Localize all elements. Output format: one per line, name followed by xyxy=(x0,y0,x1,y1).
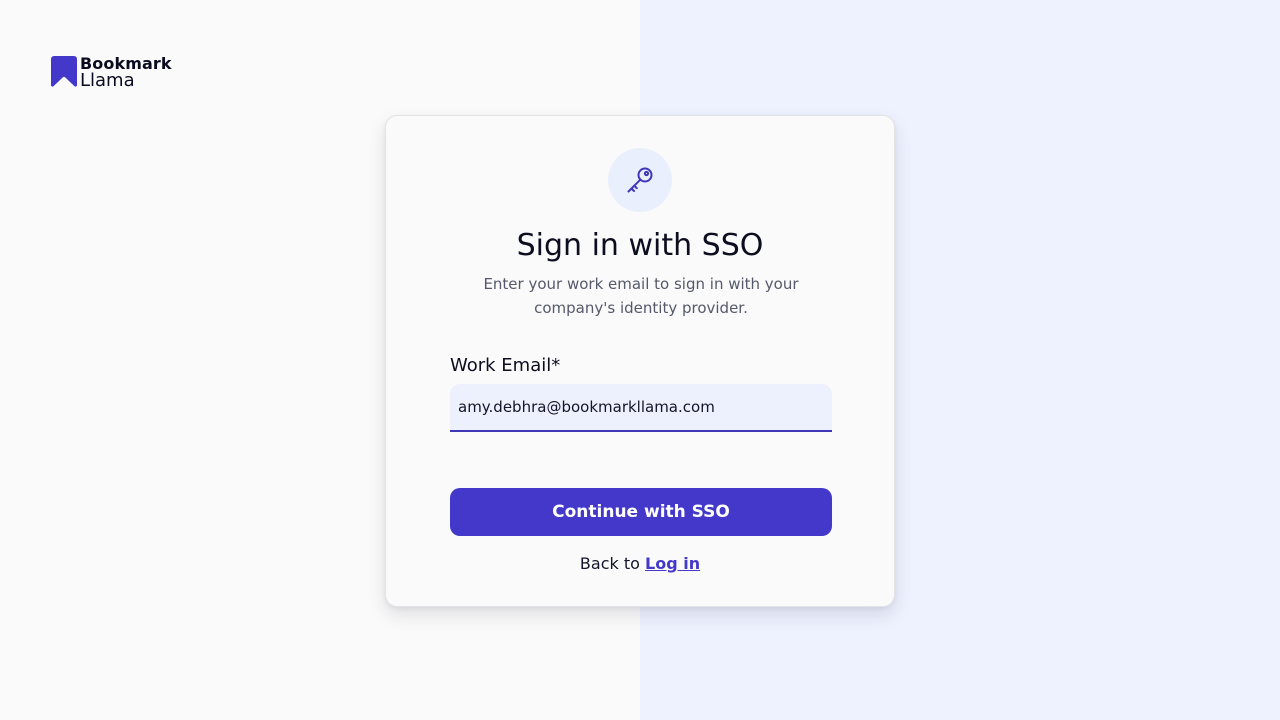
sso-card: Sign in with SSO Enter your work email t… xyxy=(385,115,895,607)
brand-name-line2: Llama xyxy=(80,70,135,91)
continue-with-sso-button[interactable]: Continue with SSO xyxy=(450,488,832,536)
key-icon-badge xyxy=(608,148,672,212)
key-icon xyxy=(627,167,653,193)
back-prefix-text: Back to xyxy=(579,554,640,573)
bookmark-icon xyxy=(51,56,77,87)
work-email-input[interactable] xyxy=(450,384,832,432)
page-title: Sign in with SSO xyxy=(516,228,764,263)
work-email-label: Work Email* xyxy=(450,355,561,376)
back-to-login-row: Back to Log in xyxy=(386,553,894,575)
page-subtitle: Enter your work email to sign in with yo… xyxy=(483,275,799,317)
brand-name: Bookmark Llama xyxy=(80,55,172,91)
brand-logo[interactable]: Bookmark Llama xyxy=(51,55,172,91)
sso-sign-in-page: Bookmark Llama Sign in with SSO Enter yo… xyxy=(0,0,1280,720)
log-in-link[interactable]: Log in xyxy=(645,554,700,573)
